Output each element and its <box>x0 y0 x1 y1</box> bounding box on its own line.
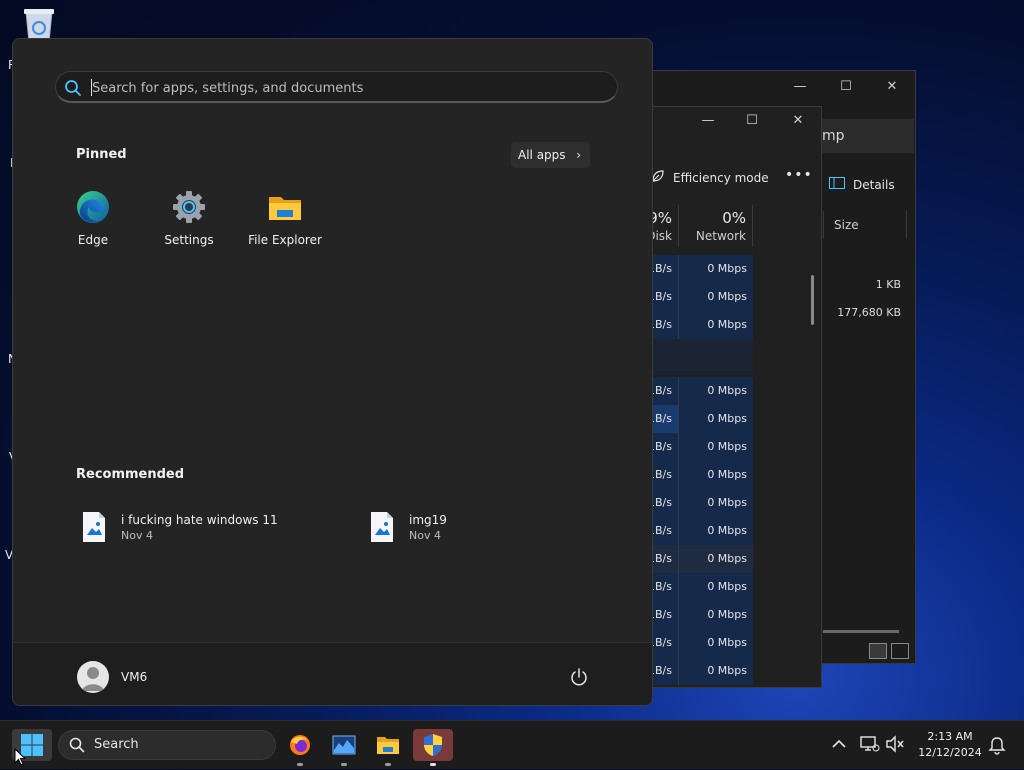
network-cell: 0 Mbps <box>679 311 753 339</box>
all-apps-button[interactable]: All apps › <box>511 142 590 168</box>
taskbar-firefox[interactable] <box>280 729 320 766</box>
all-apps-label: All apps <box>518 148 566 162</box>
pinned-title: Pinned <box>76 147 127 162</box>
clock-time: 2:13 AM <box>927 730 973 743</box>
start-search-input[interactable] <box>90 76 594 100</box>
network-cell: 0 Mbps <box>679 657 753 685</box>
image-file-icon <box>81 511 107 543</box>
taskbar-task-manager[interactable] <box>324 729 364 766</box>
recommended-item[interactable]: img19 Nov 4 <box>369 511 629 547</box>
start-footer: VM6 <box>13 642 652 705</box>
edge-icon <box>75 189 111 225</box>
efficiency-mode-label: Efficiency mode <box>673 170 769 185</box>
network-cell: 0 Mbps <box>679 489 753 517</box>
search-icon <box>69 737 85 753</box>
horizontal-scrollbar[interactable] <box>823 630 899 633</box>
chevron-up-icon[interactable] <box>828 733 850 755</box>
taskbar-search[interactable]: Search <box>58 730 276 760</box>
gear-icon <box>171 189 207 225</box>
vertical-scrollbar[interactable] <box>811 275 814 325</box>
pinned-app-label: File Explorer <box>248 233 322 247</box>
minimize-button[interactable]: — <box>785 77 815 97</box>
start-search-box[interactable] <box>55 71 618 103</box>
taskbar-search-label: Search <box>94 737 139 752</box>
folder-icon <box>267 189 303 225</box>
network-cell: 0 Mbps <box>679 629 753 657</box>
user-name[interactable]: VM6 <box>121 670 147 684</box>
firefox-icon <box>290 735 310 755</box>
pinned-app-edge[interactable]: Edge <box>48 189 138 247</box>
start-menu: Pinned All apps › Edge <box>12 38 653 706</box>
size-column-header[interactable]: Size <box>823 211 907 239</box>
running-indicator <box>341 763 347 766</box>
network-icon[interactable] <box>858 733 880 755</box>
clock-date: 12/12/2024 <box>918 746 982 759</box>
details-view-button[interactable] <box>869 643 887 659</box>
recommended-item-date: Nov 4 <box>409 529 441 542</box>
notification-bell-icon[interactable] <box>986 733 1008 755</box>
pinned-app-settings[interactable]: Settings <box>144 189 234 247</box>
taskbar-file-explorer[interactable] <box>368 729 408 766</box>
volume-muted-icon[interactable] <box>884 733 906 755</box>
details-pane-icon <box>829 177 845 192</box>
close-button[interactable]: ✕ <box>877 77 907 97</box>
network-cell: 0 Mbps <box>679 433 753 461</box>
recommended-item-title: img19 <box>409 513 447 527</box>
network-cell: 0 Mbps <box>679 573 753 601</box>
chevron-right-icon: › <box>576 148 581 162</box>
running-indicator <box>430 763 436 766</box>
network-cell: 0 Mbps <box>679 517 753 545</box>
image-file-icon <box>369 511 395 543</box>
network-column-header[interactable]: 0% Network <box>679 205 753 247</box>
network-cell: 0 Mbps <box>679 545 753 573</box>
recommended-item[interactable]: i fucking hate windows 11 Nov 4 <box>81 511 341 547</box>
system-clock[interactable]: 2:13 AM 12/12/2024 <box>912 729 988 761</box>
efficiency-mode-button[interactable]: Efficiency mode <box>651 169 769 186</box>
recommended-title: Recommended <box>76 467 185 482</box>
more-options-button[interactable]: ••• <box>785 167 813 183</box>
network-cell: 0 Mbps <box>679 461 753 489</box>
mouse-cursor-icon <box>14 747 27 766</box>
running-indicator <box>297 763 303 766</box>
taskbar-uac-prompt[interactable] <box>413 729 453 766</box>
task-manager-icon <box>332 735 356 755</box>
security-shield-icon <box>424 734 442 756</box>
folder-icon <box>377 737 399 754</box>
network-percent: 0% <box>722 209 746 227</box>
recommended-item-title: i fucking hate windows 11 <box>121 513 278 527</box>
pinned-app-label: Edge <box>77 233 109 247</box>
recommended-item-date: Nov 4 <box>121 529 153 542</box>
network-cell: 0 Mbps <box>679 377 753 405</box>
close-button[interactable]: ✕ <box>783 111 813 131</box>
search-icon <box>64 79 82 97</box>
pinned-app-file-explorer[interactable]: File Explorer <box>240 189 330 247</box>
minimize-button[interactable]: — <box>693 111 723 131</box>
details-label: Details <box>853 177 895 192</box>
file-size: 1 KB <box>875 278 901 291</box>
recycle-bin-icon[interactable] <box>20 8 58 43</box>
network-cell: 0 Mbps <box>679 601 753 629</box>
maximize-button[interactable]: ☐ <box>831 77 861 97</box>
address-bar[interactable]: mp <box>816 119 914 153</box>
taskbar: Search 2:13 AM 12/12/2024 <box>0 720 1024 769</box>
leaf-icon <box>651 169 665 186</box>
network-cell: 0 Mbps <box>679 283 753 311</box>
maximize-button[interactable]: ☐ <box>737 111 767 131</box>
running-indicator <box>385 763 391 766</box>
details-button[interactable]: Details <box>829 177 895 192</box>
user-avatar[interactable] <box>77 661 109 693</box>
power-icon[interactable] <box>569 667 589 687</box>
large-icons-view-button[interactable] <box>891 643 909 659</box>
network-cell: 0 Mbps <box>679 405 753 433</box>
network-cell: 0 Mbps <box>679 255 753 283</box>
pinned-app-label: Settings <box>164 233 214 247</box>
network-label: Network <box>695 229 746 243</box>
file-size: 177,680 KB <box>837 306 901 319</box>
text-caret <box>91 79 92 96</box>
